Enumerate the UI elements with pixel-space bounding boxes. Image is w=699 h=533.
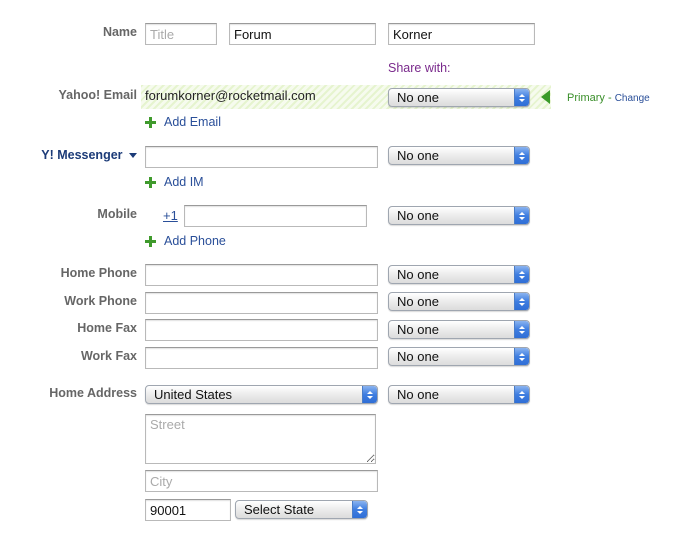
select-arrows-icon (362, 386, 377, 403)
email-label: Yahoo! Email (58, 88, 138, 102)
add-im-label: Add IM (164, 175, 204, 189)
home-phone-label: Home Phone (60, 266, 137, 280)
email-value: forumkorner@rocketmail.com (145, 88, 316, 103)
street-input[interactable] (145, 414, 376, 464)
home-address-label: Home Address (49, 386, 137, 400)
select-arrows-icon (514, 89, 529, 106)
country-code-link[interactable]: +1 (163, 208, 178, 223)
work-fax-share-select[interactable]: No one (388, 347, 530, 366)
primary-label: Primary (567, 92, 605, 104)
messenger-input[interactable] (145, 146, 378, 168)
work-phone-share-select[interactable]: No one (388, 292, 530, 311)
state-select[interactable]: Select State (235, 500, 368, 519)
city-input[interactable] (145, 470, 378, 492)
select-arrows-icon (514, 266, 529, 283)
address-share-value: No one (397, 387, 439, 402)
home-fax-input[interactable] (145, 319, 378, 341)
select-arrows-icon (514, 293, 529, 310)
add-im-link[interactable]: Add IM (145, 175, 204, 189)
country-value: United States (154, 387, 233, 402)
address-share-select[interactable]: No one (388, 385, 530, 404)
primary-separator: - (607, 92, 612, 104)
select-arrows-icon (514, 386, 529, 403)
home-phone-share-value: No one (397, 267, 439, 282)
primary-pointer-icon (541, 90, 550, 104)
state-value: Select State (244, 502, 315, 517)
work-fax-share-value: No one (397, 349, 439, 364)
mobile-input[interactable] (184, 205, 367, 227)
messenger-label: Y! Messenger (41, 148, 123, 162)
mobile-share-select[interactable]: No one (388, 206, 530, 225)
plus-icon (145, 116, 156, 128)
select-arrows-icon (514, 207, 529, 224)
work-fax-label: Work Fax (80, 349, 137, 363)
email-share-select[interactable]: No one (388, 88, 530, 107)
plus-icon (145, 176, 156, 188)
first-name-input[interactable] (229, 23, 376, 45)
messenger-share-select[interactable]: No one (388, 146, 530, 165)
mobile-share-value: No one (397, 208, 439, 223)
add-email-label: Add Email (164, 115, 221, 129)
add-email-link[interactable]: Add Email (145, 115, 221, 129)
select-arrows-icon (514, 321, 529, 338)
work-phone-share-value: No one (397, 294, 439, 309)
work-fax-input[interactable] (145, 347, 378, 369)
country-select[interactable]: United States (145, 385, 378, 404)
primary-indicator: Primary - Change (567, 92, 650, 104)
home-phone-input[interactable] (145, 264, 378, 286)
name-label: Name (102, 25, 137, 39)
email-share-value: No one (397, 90, 439, 105)
select-arrows-icon (352, 501, 367, 518)
home-fax-label: Home Fax (77, 321, 137, 335)
home-phone-share-select[interactable]: No one (388, 265, 530, 284)
mobile-label: Mobile (97, 207, 137, 221)
work-phone-input[interactable] (145, 292, 378, 314)
work-phone-label: Work Phone (64, 294, 137, 308)
chevron-down-icon (129, 153, 137, 159)
messenger-dropdown[interactable]: Y! Messenger (30, 148, 137, 162)
plus-icon (145, 235, 156, 247)
change-link[interactable]: Change (615, 93, 650, 104)
select-arrows-icon (514, 348, 529, 365)
select-arrows-icon (514, 147, 529, 164)
zip-input[interactable] (145, 499, 231, 521)
home-fax-share-select[interactable]: No one (388, 320, 530, 339)
add-phone-link[interactable]: Add Phone (145, 234, 226, 248)
last-name-input[interactable] (388, 23, 535, 45)
home-fax-share-value: No one (397, 322, 439, 337)
messenger-share-value: No one (397, 148, 439, 163)
name-title-input[interactable] (145, 23, 217, 45)
share-with-label: Share with: (388, 61, 451, 75)
add-phone-label: Add Phone (164, 234, 226, 248)
